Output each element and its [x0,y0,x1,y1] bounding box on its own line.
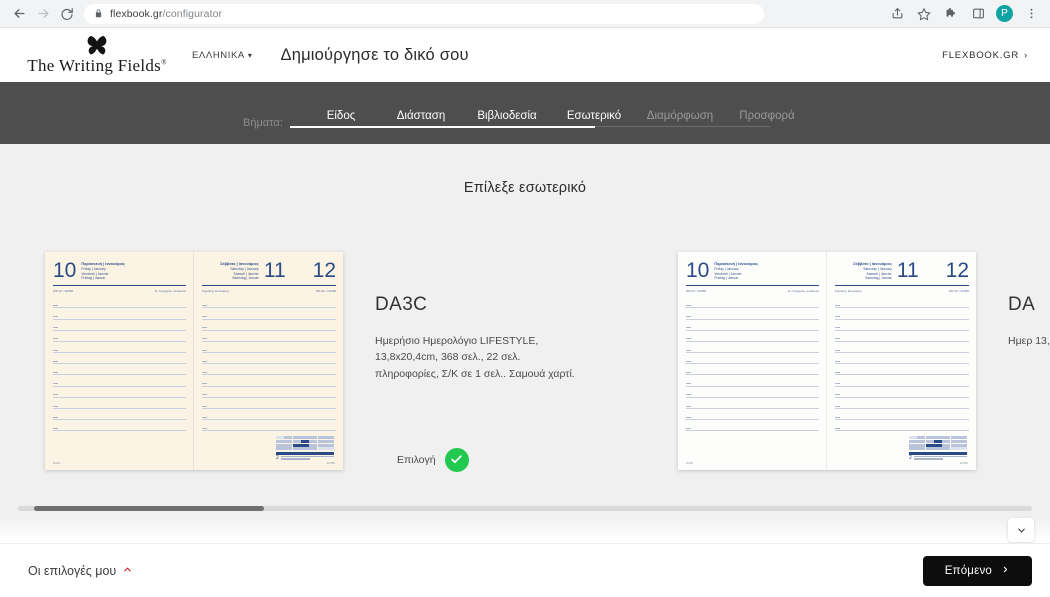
logo-wordmark: The Writing Fields® [27,55,167,75]
butterfly-icon [82,35,112,55]
diary-page-footer: DA3F [686,461,694,465]
diary-ruled-lines [686,297,819,432]
address-bar[interactable]: flexbook.gr/configurator [84,3,764,24]
product-name: DA3C [375,294,428,315]
avatar[interactable]: P [996,5,1013,22]
page-title: Επίλεξε εσωτερικό [463,180,587,196]
step-3-label: Βιβλιοδεσία [477,110,537,122]
diary-day-number: 11 [896,259,919,282]
diary-page-footer: 11/365 [326,461,335,465]
step-5-label: Διαμόρφωση [646,110,714,122]
diary-ruled-lines [202,297,336,432]
language-selector[interactable]: ΕΛΛΗΝΙΚΑ ▾ [192,50,253,61]
carousel-scrollbar[interactable] [0,506,1050,511]
stepper-track: Είδος 1 Διάσταση 2 Βιβλιοδεσία 3 Εσωτερι… [290,110,795,182]
my-choices-label: Οι επιλογές μου [28,563,117,578]
mini-calendar: 2 [276,436,334,461]
diary-page-right: Σάββατο | Ιανουάριος Saturday | January … [194,252,343,470]
check-icon [444,447,469,472]
diary-day-names: Παρασκευή | Ιανουάριος Friday | January … [81,262,126,281]
mini-calendar: 2 [909,436,967,461]
diary-page-right: Σάββατο | Ιανουάριος Saturday | January … [827,252,976,470]
product-card-1[interactable]: 10 Παρασκευή | Ιανουάριος Friday | Janua… [0,252,630,472]
step-1-label: Είδος [326,110,356,122]
share-icon[interactable] [888,5,906,23]
diary-day-number-2: 12 [312,259,336,282]
select-label: Επιλογή [397,453,436,466]
my-choices-toggle[interactable]: Οι επιλογές μου [28,564,133,578]
bottom-bar: Οι επιλογές μου Επόμενο [0,543,1050,597]
diary-day-number-2: 12 [945,259,969,282]
reload-icon[interactable] [56,3,78,25]
diary-page-left: 10 Παρασκευή | Ιανουάριος Friday | Janua… [678,252,827,470]
main-content: Επίλεξε εσωτερικό 10 Παρασκευή | Ιανουάρ… [0,144,1050,543]
diary-page-footer: DA3C [53,461,61,465]
select-product-button[interactable]: Επιλογή [375,447,575,472]
next-button[interactable]: Επόμενο [922,555,1032,586]
scrollbar-thumb[interactable] [34,506,264,511]
chevron-up-icon [122,564,133,578]
stepper-label: Βήματα: [243,117,283,129]
address-bar-text: flexbook.gr/configurator [110,7,223,20]
flexbook-link-label: FLEXBOOK.GR [942,49,1020,61]
lock-icon [94,9,103,18]
diary-day-names: Σάββατο | Ιανουάριος Saturday | January … [853,262,892,281]
diary-ruled-lines [53,297,186,432]
forward-arrow-icon[interactable] [32,3,54,25]
product-name: DA [1008,294,1036,315]
chevron-right-icon: › [1024,49,1028,61]
back-arrow-icon[interactable] [8,3,30,25]
side-panel-icon[interactable] [969,5,987,23]
diary-page-footer: 11/365 [959,461,968,465]
three-dot-menu-icon[interactable] [1022,5,1040,23]
logo[interactable]: The Writing Fields® [22,35,172,76]
diary-ruled-lines [835,297,969,432]
browser-action-icons: P [888,5,1042,23]
next-button-label: Επόμενο [944,564,992,577]
chevron-right-icon [1001,565,1010,577]
star-icon[interactable] [915,5,933,23]
diary-day-names: Σάββατο | Ιανουάριος Saturday | January … [220,262,259,281]
product-carousel[interactable]: 10 Παρασκευή | Ιανουάριος Friday | Janua… [0,252,1050,472]
diary-day-number: 11 [263,259,286,282]
diary-page-left: 10 Παρασκευή | Ιανουάριος Friday | Janua… [45,252,194,470]
step-4-label: Εσωτερικό [566,110,622,122]
step-2-label: Διάσταση [396,110,446,122]
page-tagline: Δημιούργησε το δικό σου [280,45,469,64]
product-description: Ημερήσιο Ημερολόγιο LIFESTYLE, 13,8x20,4… [375,335,575,380]
product-card-2[interactable]: 10 Παρασκευή | Ιανουάριος Friday | Janua… [630,252,1050,472]
diary-day-names: Παρασκευή | Ιανουάριος Friday | January … [714,262,759,281]
flexbook-link[interactable]: FLEXBOOK.GR › [942,50,1032,61]
puzzle-icon[interactable] [942,5,960,23]
language-label: ΕΛΛΗΝΙΚΑ [192,49,245,61]
step-6-label: Προσφορά [739,110,795,122]
product-description: Ημερ 13,8 πληρο χαρτί [1008,335,1050,347]
site-header: The Writing Fields® ΕΛΛΗΝΙΚΑ ▾ Δημιούργη… [0,28,1050,82]
diary-day-number: 10 [686,259,710,282]
progress-stepper: Βήματα: Είδος 1 Διάσταση 2 Βιβλιοδεσία 3… [0,82,1050,182]
diary-day-number: 10 [53,259,77,282]
browser-toolbar: flexbook.gr/configurator P [0,0,1050,28]
chevron-down-icon: ▾ [247,50,253,60]
chevron-down-icon[interactable] [1008,518,1034,542]
product-info-1: DA3C Ημερήσιο Ημερολόγιο LIFESTYLE, 13,8… [375,252,575,472]
product-preview-1[interactable]: 10 Παρασκευή | Ιανουάριος Friday | Janua… [45,252,343,470]
product-preview-2[interactable]: 10 Παρασκευή | Ιανουάριος Friday | Janua… [678,252,976,470]
product-info-2: DA Ημερ 13,8 πληρο χαρτί [1008,252,1050,349]
scrollbar-track[interactable] [18,506,1032,511]
content-fade [0,517,1050,543]
